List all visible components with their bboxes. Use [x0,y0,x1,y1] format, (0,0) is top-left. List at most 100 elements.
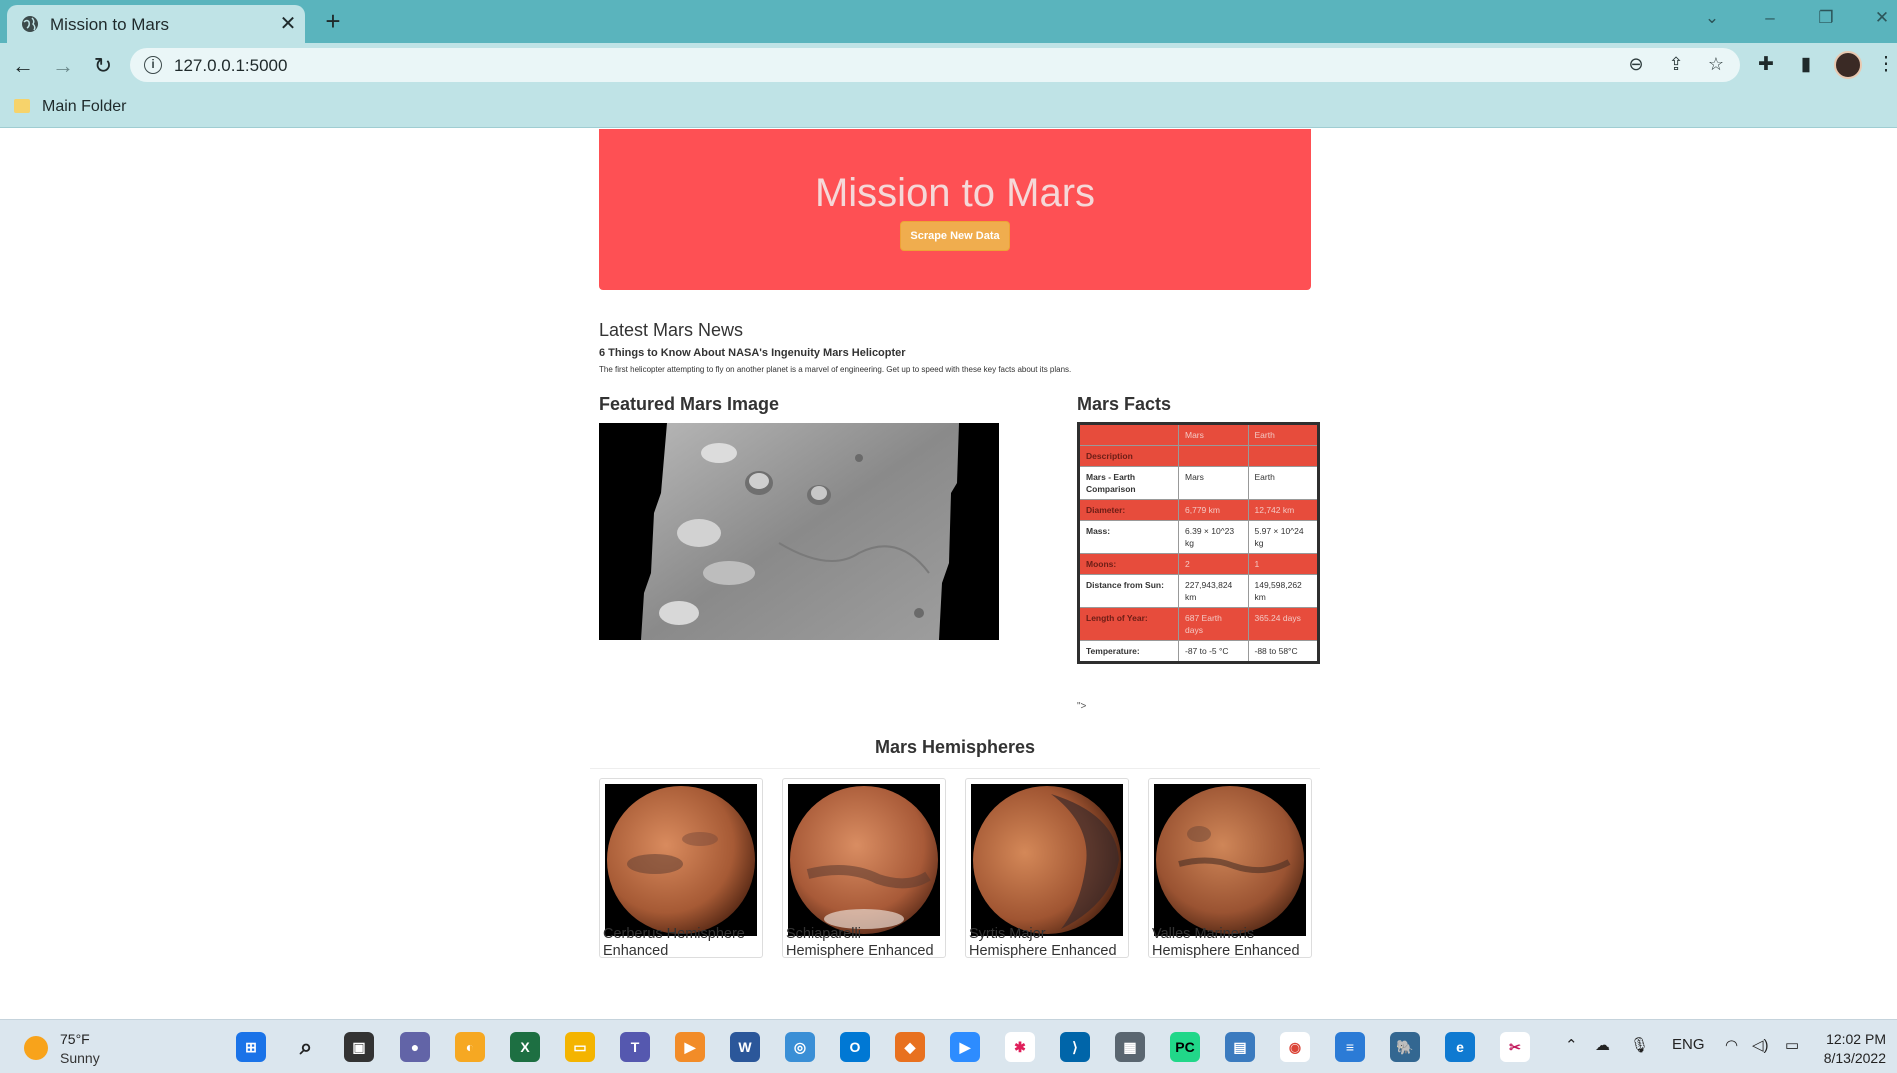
featured-mars-image[interactable] [599,423,999,640]
app-icon[interactable]: ▤ [1225,1032,1255,1062]
page-content: Mission to Mars Scrape New Data Latest M… [0,129,1897,1019]
hemisphere-card[interactable]: Cerberus Hemisphere Enhanced [599,778,763,960]
facts-cell [1247,445,1319,467]
weather-temperature[interactable]: 75°F [60,1031,90,1047]
facts-row: Description [1078,445,1319,467]
facts-cell: Diameter: [1078,499,1179,521]
volume-icon[interactable]: ◁) [1752,1036,1769,1054]
wifi-icon[interactable]: ◠ [1725,1036,1738,1054]
hemisphere-card[interactable]: Schiaparelli Hemisphere Enhanced [782,778,946,960]
file-explorer-icon[interactable]: ▭ [565,1032,595,1062]
restore-icon[interactable]: ❐ [1814,8,1838,28]
outlook-icon[interactable]: O [840,1032,870,1062]
reload-icon[interactable]: ↻ [88,51,118,81]
media-icon[interactable]: ▶ [675,1032,705,1062]
facts-cell: Mars [1178,466,1249,500]
tab-title: Mission to Mars [50,15,170,34]
bookmarks-bar: Main Folder [0,88,1897,128]
close-tab-icon[interactable]: ✕ [277,11,299,36]
folder-icon [14,99,30,113]
edge-icon[interactable]: e [1445,1032,1475,1062]
facts-cell: Mass: [1078,520,1179,554]
hemisphere-title[interactable]: Schiaparelli Hemisphere Enhanced [786,926,942,960]
zoom-app-icon[interactable]: ▶ [950,1032,980,1062]
news-paragraph: The first helicopter attempting to fly o… [599,365,1072,374]
hemisphere-title[interactable]: Valles Marineris Hemisphere Enhanced [1152,926,1308,960]
task-view-icon[interactable]: ▣ [344,1032,374,1062]
facts-header-cell: Earth [1247,423,1319,446]
site-info-icon[interactable]: i [144,56,162,74]
weather-condition[interactable]: Sunny [60,1050,100,1066]
facts-cell: 5.97 × 10^24 kg [1247,520,1319,554]
hemisphere-card[interactable]: Valles Marineris Hemisphere Enhanced [1148,778,1312,960]
hemisphere-image[interactable] [971,784,1123,936]
url-text[interactable]: 127.0.0.1:5000 [174,56,287,76]
vscode-icon[interactable]: ⟩ [1060,1032,1090,1062]
bookmark-star-icon[interactable]: ☆ [1703,54,1729,78]
search-icon[interactable]: ⌕ [291,1032,321,1062]
hemisphere-image[interactable] [1154,784,1306,936]
app-icon[interactable]: ◆ [895,1032,925,1062]
facts-cell: 365.24 days [1247,607,1319,641]
hemisphere-title[interactable]: Syrtis Major Hemisphere Enhanced [969,926,1125,960]
featured-image-heading: Featured Mars Image [599,394,780,414]
extensions-icon[interactable]: ✚ [1752,51,1780,79]
minimize-icon[interactable]: – [1758,8,1782,28]
bookmark-main-folder[interactable]: Main Folder [42,98,126,116]
jumbotron: Mission to Mars Scrape New Data [599,129,1311,290]
battery-icon[interactable]: ▭ [1785,1036,1799,1054]
forward-icon[interactable]: → [48,51,78,81]
teams-icon[interactable]: T [620,1032,650,1062]
start-icon[interactable]: ⊞ [236,1032,266,1062]
facts-cell: Earth [1247,466,1319,500]
chat-icon[interactable]: ● [400,1032,430,1062]
back-icon[interactable]: ← [8,51,38,81]
excel-icon[interactable]: X [510,1032,540,1062]
tab-search-icon[interactable]: ⌄ [1700,8,1724,28]
zoom-icon[interactable]: ⊖ [1623,54,1649,78]
address-bar[interactable]: i 127.0.0.1:5000 ⊖ ⇪ ☆ [130,48,1740,82]
hemisphere-card[interactable]: Syrtis Major Hemisphere Enhanced [965,778,1129,960]
facts-cell: 12,742 km [1247,499,1319,521]
facts-header-cell: Mars [1178,423,1249,446]
language-indicator[interactable]: ENG [1672,1036,1705,1053]
share-icon[interactable]: ⇪ [1663,54,1689,78]
show-hidden-icons[interactable]: ⌃ [1565,1036,1578,1054]
new-tab-button[interactable]: + [320,6,346,37]
tab-strip: Mission to Mars ✕ + ⌄ – ❐ ✕ [0,0,1897,43]
pycharm-icon[interactable]: PC [1170,1032,1200,1062]
python-icon[interactable]: ◎ [785,1032,815,1062]
calculator-icon[interactable]: ▦ [1115,1032,1145,1062]
news-heading: Latest Mars News [599,320,744,340]
chrome-icon[interactable]: ◉ [1280,1032,1310,1062]
side-panel-icon[interactable]: ▮ [1792,51,1820,79]
globe-icon [22,16,38,32]
hemisphere-image[interactable] [788,784,940,936]
sun-icon[interactable] [24,1036,48,1060]
onedrive-icon[interactable]: ☁ [1595,1036,1610,1054]
clock-time[interactable]: 12:02 PM [1826,1031,1886,1047]
clock-date[interactable]: 8/13/2022 [1816,1050,1886,1066]
notepad-icon[interactable]: ≡ [1335,1032,1365,1062]
scrape-new-data-button[interactable]: Scrape New Data [900,221,1010,251]
tab-mission-to-mars[interactable]: Mission to Mars ✕ [7,5,305,43]
close-window-icon[interactable]: ✕ [1870,8,1894,28]
profile-avatar[interactable] [1834,51,1862,79]
hemisphere-image[interactable] [605,784,757,936]
facts-cell: Description [1078,445,1179,467]
postgres-icon[interactable]: 🐘 [1390,1032,1420,1062]
facts-cell: 149,598,262 km [1247,574,1319,608]
windows-taskbar: 75°F Sunny ⊞ ⌕ ▣ ● ◐ X ▭ T ▶ W ◎ O ◆ ▶ ✱… [0,1019,1897,1073]
snipping-tool-icon[interactable]: ✂ [1500,1032,1530,1062]
menu-icon[interactable]: ⋮ [1872,51,1897,79]
facts-cell: -87 to -5 °C [1178,640,1249,663]
page-title: Mission to Mars [814,171,1096,215]
hemisphere-title[interactable]: Cerberus Hemisphere Enhanced [603,926,759,960]
news-title: 6 Things to Know About NASA's Ingenuity … [599,347,906,359]
facts-row: Temperature: -87 to -5 °C -88 to 58°C [1078,640,1319,663]
facts-row: Distance from Sun: 227,943,824 km 149,59… [1078,574,1319,608]
slack-icon[interactable]: ✱ [1005,1032,1035,1062]
microphone-icon[interactable]: 🎙 [1630,1036,1649,1054]
app-icon[interactable]: ◐ [455,1032,485,1062]
word-icon[interactable]: W [730,1032,760,1062]
